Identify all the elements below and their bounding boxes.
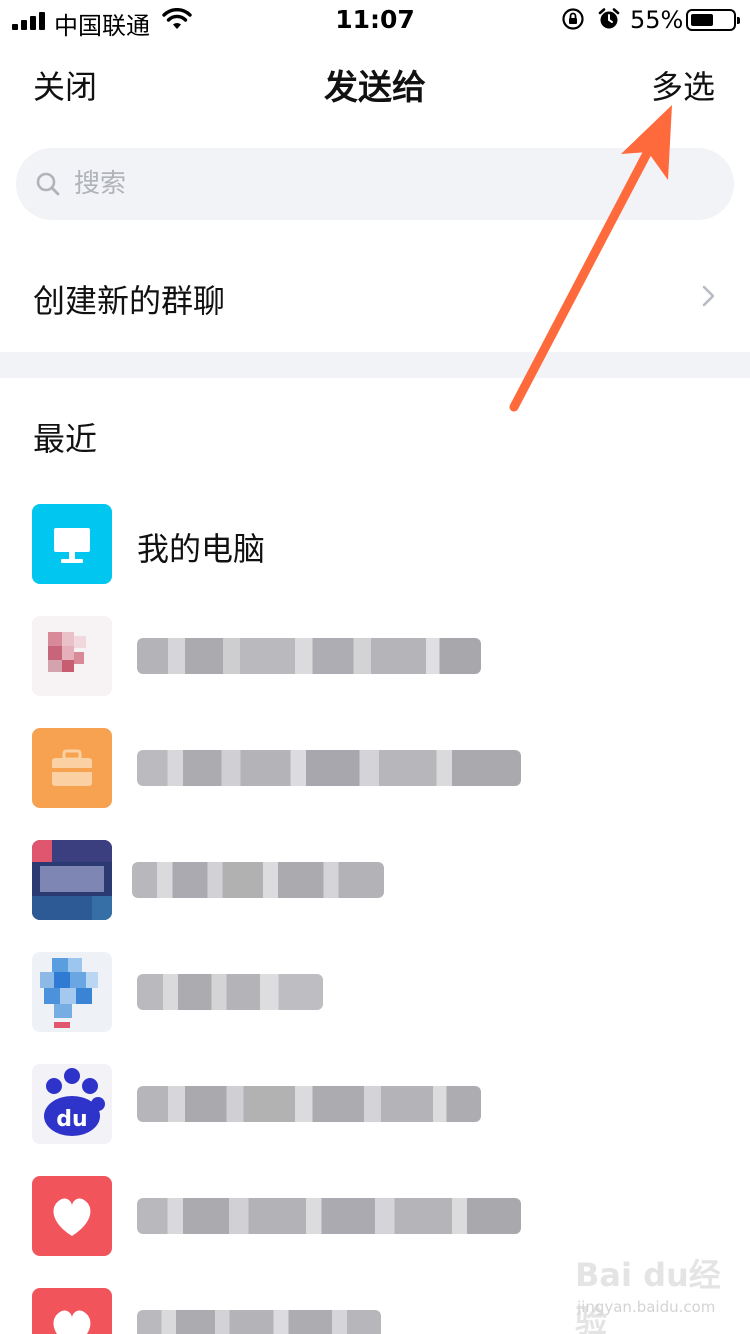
recent-section-header: 最近 — [33, 420, 98, 458]
avatar-pixelated-image — [48, 632, 86, 672]
search-input[interactable] — [74, 162, 674, 206]
create-group-chat-row[interactable]: 创建新的群聊 — [0, 240, 750, 352]
battery-percent: 55% — [630, 6, 684, 34]
obscured-contact-name — [137, 750, 521, 786]
contact-name: 我的电脑 — [137, 530, 266, 568]
heart-icon — [53, 1198, 91, 1236]
search-icon — [36, 172, 60, 196]
battery-icon — [686, 9, 740, 31]
briefcase-icon — [52, 749, 92, 786]
obscured-contact-name — [137, 638, 481, 674]
list-item[interactable] — [0, 952, 750, 1064]
baidu-jingyan-watermark: Bai du经验 jingyan.baidu.com — [575, 1250, 725, 1334]
page-title: 发送给 — [324, 68, 426, 108]
avatar-pixelated-image — [32, 840, 112, 920]
watermark-logo: Bai du经验 — [575, 1256, 721, 1334]
list-item[interactable] — [0, 840, 750, 952]
avatar — [32, 1176, 112, 1256]
create-group-chat-label: 创建新的群聊 — [33, 282, 226, 320]
section-divider — [0, 352, 750, 378]
heart-icon — [53, 1310, 91, 1334]
obscured-contact-name — [137, 974, 323, 1010]
list-item[interactable] — [0, 728, 750, 840]
watermark-url: jingyan.baidu.com — [577, 1298, 716, 1316]
search-bar[interactable] — [16, 148, 734, 220]
avatar — [32, 504, 112, 584]
avatar-pixelated-image — [40, 958, 98, 1028]
obscured-contact-name — [137, 1310, 381, 1334]
rotation-lock-icon — [562, 8, 584, 30]
alarm-icon — [598, 8, 620, 29]
paw-icon: du — [44, 1068, 105, 1136]
list-item[interactable] — [0, 616, 750, 728]
chevron-right-icon — [702, 285, 715, 307]
obscured-contact-name — [137, 1198, 521, 1234]
obscured-contact-name — [137, 1086, 481, 1122]
avatar — [32, 840, 112, 920]
status-bar: 中国联通 11:07 55% — [0, 0, 750, 40]
avatar — [32, 616, 112, 696]
multi-select-button[interactable]: 多选 — [651, 62, 715, 108]
nav-bar: 关闭 发送给 多选 — [0, 40, 750, 130]
avatar — [32, 1288, 112, 1334]
svg-text:du: du — [56, 1107, 87, 1132]
list-item[interactable]: du — [0, 1064, 750, 1176]
contact-my-computer[interactable]: 我的电脑 — [0, 504, 750, 616]
avatar: du — [32, 1064, 112, 1144]
obscured-contact-name — [132, 862, 384, 898]
avatar — [32, 952, 112, 1032]
computer-icon — [54, 528, 90, 563]
avatar — [32, 728, 112, 808]
